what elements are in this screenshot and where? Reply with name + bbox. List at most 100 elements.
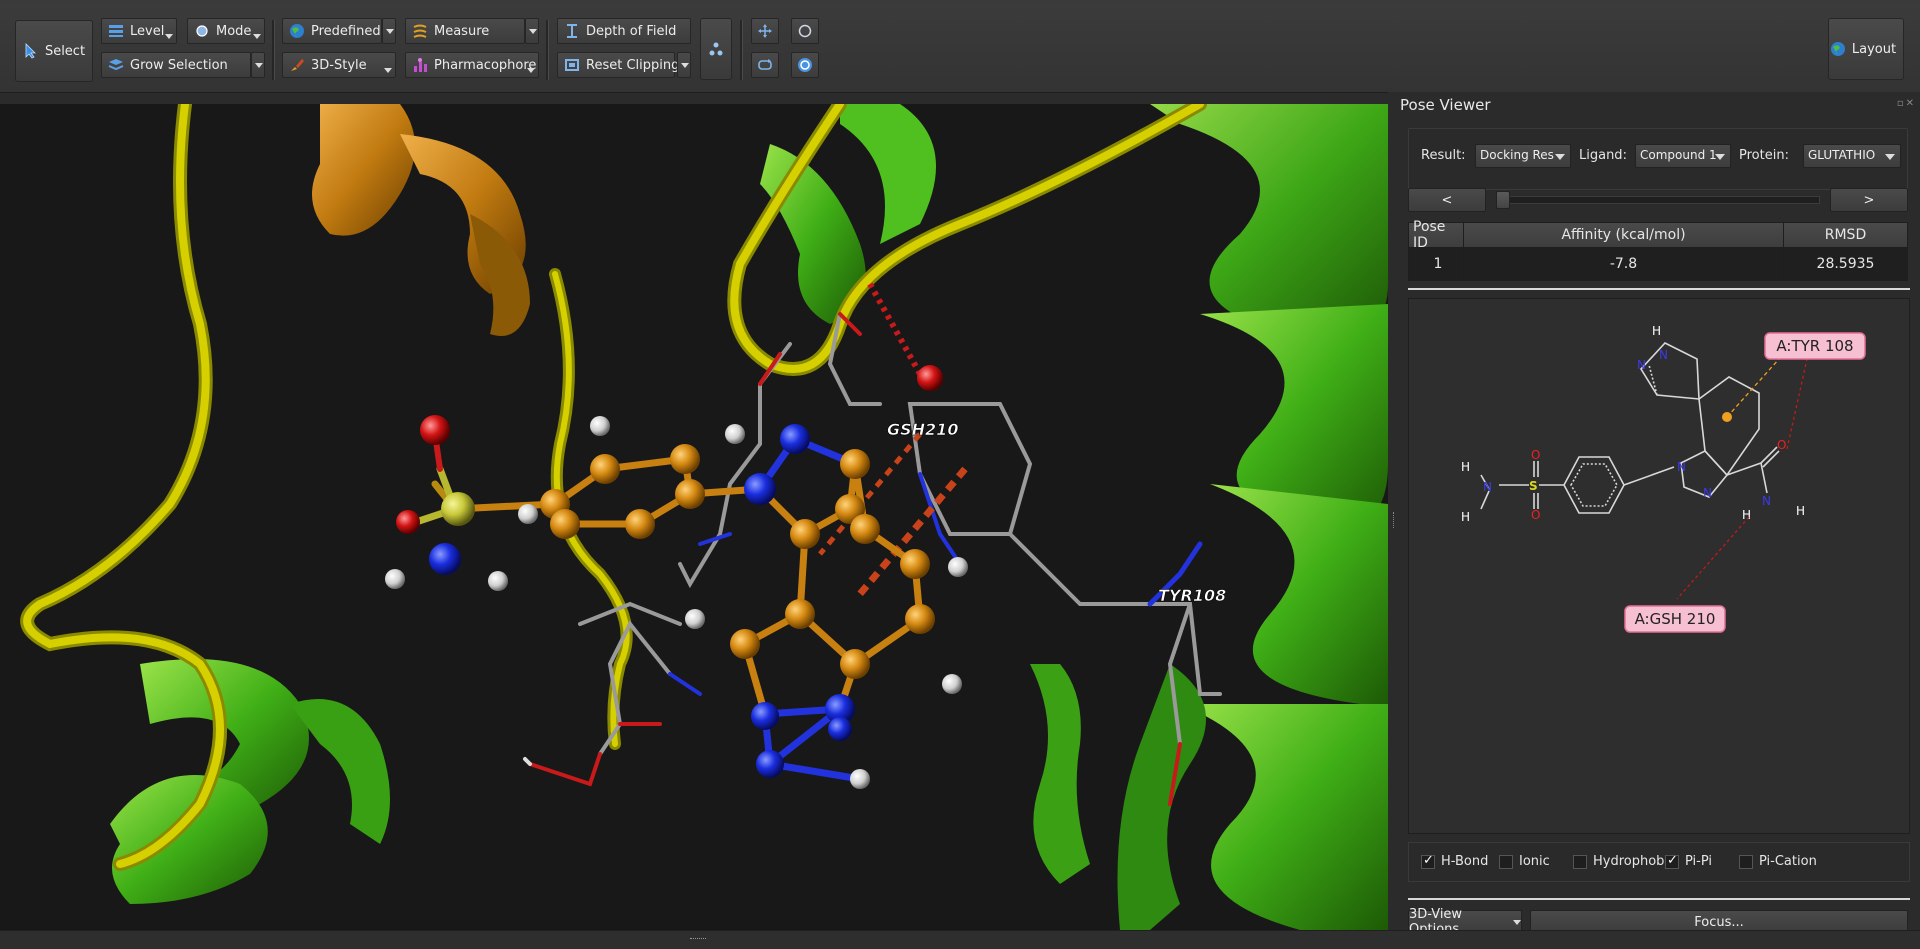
measure-icon	[412, 23, 428, 39]
move-arrows-icon	[757, 23, 773, 39]
predefined-button[interactable]: Predefined	[282, 18, 382, 44]
depth-icon	[564, 23, 580, 39]
table-row[interactable]: 1 -7.8 28.5935	[1409, 248, 1907, 280]
svg-text:N: N	[1762, 494, 1771, 508]
move-tool-button[interactable]	[751, 18, 779, 44]
reset-clipping-dropdown[interactable]	[677, 52, 691, 78]
3d-viewport[interactable]: GSH210 TYR108	[0, 104, 1388, 930]
rotate-icon	[757, 57, 773, 73]
column-affinity[interactable]: Affinity (kcal/mol)	[1464, 223, 1784, 247]
level-button[interactable]: Level	[101, 18, 177, 44]
predefined-label: Predefined	[311, 23, 381, 39]
select-label: Select	[44, 43, 86, 59]
molecular-scene: GSH210 TYR108	[20, 104, 1388, 930]
globe-icon	[289, 23, 305, 39]
splitter-handle[interactable]	[1388, 92, 1400, 930]
check-label: H-Bond	[1441, 854, 1489, 869]
cursor-arrow-icon	[23, 43, 39, 59]
3d-style-button[interactable]: 3D-Style	[282, 52, 396, 78]
check-ionic[interactable]: Ionic	[1499, 854, 1550, 869]
svg-text:N: N	[1483, 480, 1492, 494]
chevron-down-icon	[253, 34, 261, 39]
checkbox[interactable]	[1739, 854, 1753, 869]
svg-text:N: N	[1659, 348, 1668, 362]
previous-pose-button[interactable]: <	[1408, 188, 1486, 212]
grow-selection-button[interactable]: Grow Selection	[101, 52, 251, 78]
svg-text:H: H	[1652, 324, 1661, 338]
molecule-view-button[interactable]	[700, 18, 732, 80]
column-pose-id[interactable]: Pose ID	[1409, 219, 1464, 251]
ligand-dropdown[interactable]: Compound 1	[1635, 144, 1731, 168]
protein-label: Protein:	[1739, 148, 1789, 163]
rotate-tool-button[interactable]	[751, 52, 779, 78]
select-button[interactable]: Select	[15, 20, 93, 82]
reset-clipping-button[interactable]: Reset Clipping	[557, 52, 679, 78]
measure-dropdown[interactable]	[525, 18, 539, 44]
svg-text:O: O	[1531, 508, 1540, 522]
protein-dropdown[interactable]: GLUTATHIO	[1803, 144, 1901, 168]
svg-text:H: H	[1796, 504, 1805, 518]
resize-grip[interactable]	[690, 938, 706, 942]
pharmacophore-button[interactable]: Pharmacophore	[405, 52, 539, 78]
grow-selection-dropdown[interactable]	[251, 52, 265, 78]
nitrogen-atom	[429, 543, 461, 575]
measure-label: Measure	[434, 23, 490, 39]
pose-slider-handle[interactable]	[1496, 191, 1510, 209]
svg-text:A:TYR 108: A:TYR 108	[1776, 337, 1853, 355]
pose-slider[interactable]	[1498, 196, 1820, 204]
toolbar-separator	[546, 20, 549, 80]
oxygen-atom	[396, 510, 420, 534]
depth-of-field-label: Depth of Field	[586, 23, 677, 39]
reset-view-button[interactable]	[791, 52, 819, 78]
check-label: Ionic	[1519, 854, 1550, 869]
protein-helix-left	[110, 659, 390, 904]
measure-button[interactable]: Measure	[405, 18, 525, 44]
result-label: Result:	[1421, 148, 1466, 163]
check-h-bond[interactable]: H-Bond	[1421, 853, 1489, 869]
residue-label-tyr108[interactable]: A:TYR 108	[1764, 332, 1866, 360]
circle-icon	[797, 23, 813, 39]
hydrogen-atom	[488, 571, 508, 591]
toolbar-separator	[272, 20, 275, 80]
label-gsh210: GSH210	[887, 420, 958, 439]
interaction-filter-checks: H-Bond Ionic Hydrophobic Pi-Pi Pi-Cation	[1408, 842, 1910, 882]
check-hydrophobic[interactable]: Hydrophobic	[1573, 854, 1675, 869]
panel-float-close-icon[interactable]: ▫✕	[1897, 98, 1916, 109]
3d-style-label: 3D-Style	[311, 57, 367, 73]
clipping-icon	[564, 57, 580, 73]
protein-helix-right	[1117, 104, 1388, 930]
checkbox[interactable]	[1499, 854, 1513, 869]
svg-text:H: H	[1742, 508, 1751, 522]
svg-text:O: O	[1531, 448, 1540, 462]
circle-tool-button[interactable]	[791, 18, 819, 44]
residue-sticks	[523, 312, 1222, 806]
chevron-down-icon	[527, 68, 535, 73]
table-header: Pose ID Affinity (kcal/mol) RMSD	[1409, 219, 1907, 251]
panel-title: Pose Viewer	[1400, 96, 1491, 114]
predefined-dropdown[interactable]	[382, 18, 396, 44]
oxygen-atom	[420, 415, 450, 445]
layout-button[interactable]: Layout	[1828, 18, 1904, 80]
grow-selection-label: Grow Selection	[130, 57, 228, 73]
cell-affinity: -7.8	[1464, 248, 1784, 280]
mode-button[interactable]: Mode	[187, 18, 265, 44]
depth-of-field-button[interactable]: Depth of Field	[557, 18, 691, 44]
reset-view-icon	[797, 57, 813, 73]
next-pose-button[interactable]: >	[1830, 188, 1908, 212]
result-dropdown[interactable]: Docking Res	[1475, 144, 1571, 168]
interaction-diagram[interactable]: H N H S O O N N H N N O N H H A:TYR 108 …	[1408, 298, 1910, 834]
residue-label-gsh210[interactable]: A:GSH 210	[1624, 605, 1726, 633]
check-pi-pi[interactable]: Pi-Pi	[1665, 853, 1712, 869]
pharmacophore-label: Pharmacophore	[434, 57, 537, 73]
checkbox[interactable]	[1421, 853, 1435, 869]
toolbar-separator	[740, 20, 743, 80]
svg-text:H: H	[1461, 460, 1470, 474]
svg-text:N: N	[1637, 358, 1646, 372]
cell-rmsd: 28.5935	[1816, 256, 1875, 272]
column-rmsd[interactable]: RMSD	[1784, 223, 1907, 247]
checkbox[interactable]	[1573, 854, 1587, 869]
ligand-atoms	[385, 365, 968, 789]
checkbox[interactable]	[1665, 853, 1679, 869]
divider	[1408, 898, 1910, 900]
check-pi-cation[interactable]: Pi-Cation	[1739, 854, 1817, 869]
